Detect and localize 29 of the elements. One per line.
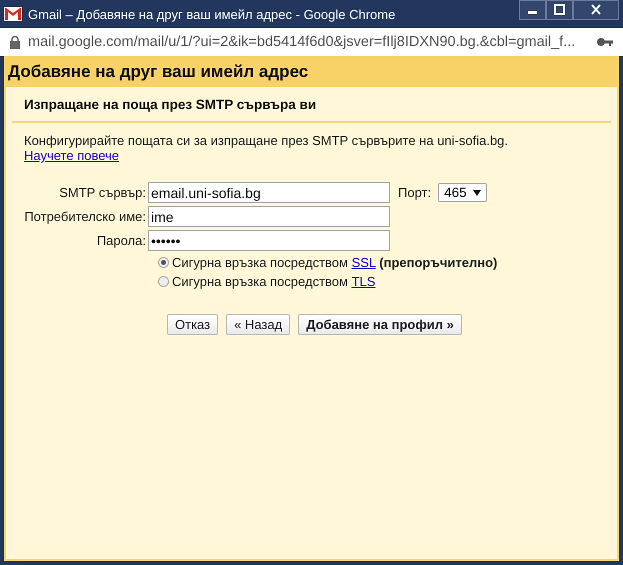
input-field[interactable]: email.uni-sofia.bg (148, 182, 390, 203)
lock-icon (10, 36, 20, 48)
window-title: Gmail – Добавяне на друг ваш имейл адрес - Google Chrome (28, 6, 396, 22)
radio-button[interactable] (158, 257, 169, 268)
dialog-button[interactable]: Отказ (167, 314, 218, 335)
description-text: Конфигурирайте пощата си за изпращане през SMTP сървърите на uni-sofia.bg. Научете повече (23, 132, 510, 163)
field-label: Потребителско име: (23, 209, 147, 224)
maximize-icon[interactable] (546, 0, 573, 20)
radio-label: Сигурна връзка посредством SSL (препоръчително) (172, 255, 498, 270)
protocol-link[interactable]: SSL (352, 255, 376, 270)
protocol-link[interactable]: TLS (352, 274, 376, 289)
dialog-button[interactable]: « Назад (226, 314, 290, 335)
key-icon[interactable] (597, 37, 613, 47)
gmail-icon (4, 7, 22, 21)
input-field[interactable]: ime (148, 206, 390, 227)
field-label: SMTP сървър: (58, 185, 147, 200)
dialog-button[interactable]: Добавяне на профил » (298, 314, 462, 335)
port-label: Порт: (398, 185, 432, 200)
caret-icon (472, 190, 481, 196)
radio-button[interactable] (158, 276, 169, 287)
field-label: Парола: (96, 233, 147, 248)
dialog-title: Добавяне на друг ваш имейл адрес (7, 61, 310, 83)
radio-label: Сигурна връзка посредством TLS (172, 274, 376, 289)
section-heading: Изпращане на поща през SMTP сървъра ви (12, 87, 611, 123)
close-icon[interactable] (573, 0, 619, 20)
port-select[interactable]: 465 (438, 183, 487, 202)
input-field[interactable]: •••••• (148, 230, 390, 251)
learn-more-link[interactable]: Научете повече (24, 148, 120, 163)
minimize-icon[interactable] (519, 0, 546, 20)
